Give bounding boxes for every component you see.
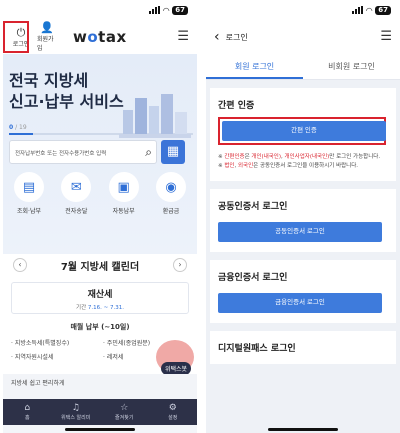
digital-onepass-title: 디지털원패스 로그인 <box>218 344 296 354</box>
home-icon: ⌂ <box>24 403 31 413</box>
search-icon[interactable]: ⌕ <box>145 145 152 160</box>
prev-month-button[interactable]: ‹ <box>13 258 27 272</box>
payment-number-search-input[interactable]: 전자납부번호 또는 전자수용가번호 입력 ⌕ <box>9 140 157 164</box>
finance-cert-card: 금융인증서 로그인 금융인증서 로그인 <box>210 260 396 323</box>
quick-menu: ▤ 조회·납부 ✉ 전자송달 ▣ 자동납부 ◉ 환급금 <box>9 172 191 215</box>
envelope-icon: ✉ <box>61 172 92 202</box>
promo-banner[interactable]: 지방세 쉽고 편리하게 <box>3 374 197 398</box>
wifi-icon: ◠ <box>163 5 170 15</box>
home-indicator <box>268 428 338 431</box>
quick-item-e-delivery[interactable]: ✉ 전자송달 <box>56 172 96 215</box>
bell-icon: ♫ <box>71 403 80 413</box>
signup-button[interactable]: 👤 회원가입 <box>37 21 57 53</box>
qr-icon: ▦ <box>166 144 180 159</box>
star-icon: ☆ <box>120 403 129 413</box>
list-item[interactable]: · 지역자원시설세 <box>11 352 97 361</box>
simple-auth-title: 간편 인증 <box>218 101 255 111</box>
monthly-payment-heading: 매월 납부 (~10일) <box>70 323 130 331</box>
bill-icon: ▤ <box>14 172 44 202</box>
quick-item-refund[interactable]: ◉ 환급금 <box>151 172 191 215</box>
status-bar: ◠ 67 <box>3 0 197 20</box>
tab-member-login[interactable]: 회원 로그인 <box>206 54 303 79</box>
simple-auth-card: 간편 인증 간편 인증 ※ 간편인증은 개인(내국인), 개인사업자(내국인)만… <box>210 88 396 181</box>
finance-cert-title: 금융인증서 로그인 <box>218 273 288 283</box>
right-screen: ◠ 67 ‹ 로그인 ☰ 회원 로그인 비회원 로그인 간편 인증 간편 인증 … <box>206 0 400 433</box>
hero-banner: 전국 지방세 신고·납부 서비스 0 / 19 전자납부번호 또는 전자수용가번… <box>3 54 197 254</box>
simple-auth-notes: ※ 간편인증은 개인(내국인), 개인사업자(내국인)만 로그인 가능합니다. … <box>218 154 381 169</box>
quick-item-inquiry-payment[interactable]: ▤ 조회·납부 <box>9 172 49 215</box>
next-month-button[interactable]: › <box>172 258 187 272</box>
hamburger-menu-icon[interactable]: ☰ <box>177 29 189 44</box>
wetax-logo[interactable]: wotax <box>73 28 127 46</box>
joint-cert-title: 공동인증서 로그인 <box>218 202 288 212</box>
city-illustration-icon <box>119 94 191 138</box>
battery-level: 67 <box>375 5 391 15</box>
page-title: 로그인 <box>225 32 248 42</box>
tab-favorites[interactable]: ☆ 즐겨찾기 <box>100 399 149 425</box>
person-icon: 👤 <box>40 21 54 34</box>
joint-cert-card: 공동인증서 로그인 공동인증서 로그인 <box>210 189 396 252</box>
home-indicator <box>65 428 135 431</box>
login-header: ‹ 로그인 ☰ <box>206 20 400 54</box>
status-bar: ◠ 67 <box>206 0 400 20</box>
simple-auth-highlight-box: 간편 인증 <box>218 117 386 145</box>
signal-icon <box>149 6 161 14</box>
hamburger-menu-icon[interactable]: ☰ <box>380 29 392 44</box>
left-screen: ◠ 67 ⏻ 로그인 👤 회원가입 wotax ☰ 전국 지방세 신고·납부 서… <box>3 0 197 433</box>
finance-cert-login-button[interactable]: 금융인증서 로그인 <box>218 293 382 313</box>
refund-coin-icon: ◉ <box>155 172 186 202</box>
gear-icon: ⚙ <box>168 403 177 413</box>
tab-alerts[interactable]: ♫ 위택스 알리미 <box>52 399 101 425</box>
back-arrow-icon[interactable]: ‹ <box>214 29 220 45</box>
qr-scan-button[interactable]: ▦ <box>161 140 185 164</box>
bottom-tab-bar: ⌂ 홈 ♫ 위택스 알리미 ☆ 즐겨찾기 ⚙ 설정 <box>3 399 197 425</box>
quick-item-auto-payment[interactable]: ▣ 자동납부 <box>104 172 144 215</box>
tab-settings[interactable]: ⚙ 설정 <box>149 399 198 425</box>
wifi-icon: ◠ <box>366 5 373 15</box>
joint-cert-login-button[interactable]: 공동인증서 로그인 <box>218 222 382 242</box>
calendar-item[interactable]: 재산세 기간 7.16. ~ 7.31. <box>11 282 189 314</box>
main-header: ⏻ 로그인 👤 회원가입 wotax ☰ <box>3 20 197 54</box>
tab-guest-login[interactable]: 비회원 로그인 <box>303 54 400 79</box>
signup-label: 회원가입 <box>37 36 54 52</box>
login-highlight-box <box>3 21 29 53</box>
calendar-title: 7월 지방세 캘린더 <box>60 261 140 273</box>
simple-auth-button[interactable]: 간편 인증 <box>222 121 386 141</box>
digital-onepass-card: 디지털원패스 로그인 <box>210 331 396 364</box>
login-tabs: 회원 로그인 비회원 로그인 <box>206 54 400 80</box>
tab-home[interactable]: ⌂ 홈 <box>3 399 52 425</box>
list-item[interactable]: · 지방소득세(특별징수) <box>11 338 97 347</box>
hero-title-line1: 전국 지방세 <box>9 71 89 90</box>
calendar-icon: ▣ <box>108 172 139 202</box>
battery-level: 67 <box>172 5 188 15</box>
signal-icon <box>352 6 364 14</box>
